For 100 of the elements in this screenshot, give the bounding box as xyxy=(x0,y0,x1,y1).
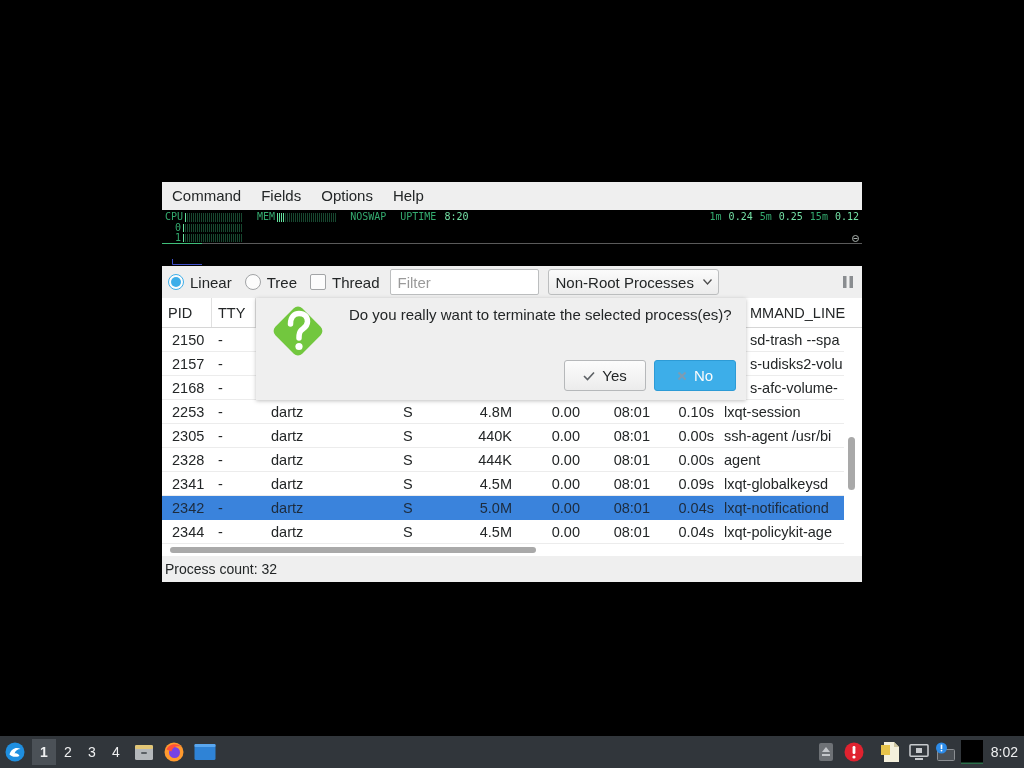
table-cell-text: S xyxy=(402,522,414,542)
scrollbar-thumb[interactable] xyxy=(848,437,855,490)
monitor-alert-icon[interactable] xyxy=(934,742,955,762)
table-cell-text: 08:01 xyxy=(612,426,651,446)
table-cell-text: 2341 xyxy=(171,474,206,494)
note-icon[interactable] xyxy=(879,741,900,763)
process-scope-dropdown[interactable]: Non-Root Processes xyxy=(547,269,719,295)
table-cell-text: sd-trash --spa xyxy=(749,330,841,350)
radio-label[interactable]: Tree xyxy=(266,273,297,291)
load-value: 0.12 xyxy=(834,212,859,222)
menu-item[interactable]: Options xyxy=(311,184,383,208)
checkbox[interactable] xyxy=(310,274,326,290)
pause-icon[interactable] xyxy=(843,276,853,288)
table-cell-text: S xyxy=(402,450,414,470)
table-cell-text: 2168 xyxy=(171,378,206,398)
table-cell-text: 08:01 xyxy=(612,522,651,542)
load-value: 0.24 xyxy=(728,212,753,222)
core-label: 1 xyxy=(175,232,182,243)
workspace-button[interactable]: 4 xyxy=(104,739,128,765)
horizontal-scrollbar[interactable] xyxy=(162,544,862,556)
table-cell-text: 0.00 xyxy=(550,426,581,446)
column-header[interactable]: MMAND_LINE xyxy=(746,298,862,327)
table-cell-text: 0.00 xyxy=(550,450,581,470)
radio-button[interactable] xyxy=(244,274,261,290)
scrollbar-thumb[interactable] xyxy=(170,547,536,553)
uptime-label: UPTIME xyxy=(400,212,437,222)
table-cell-text: 444K xyxy=(477,450,513,470)
table-cell-text: - xyxy=(217,354,224,374)
menu-item[interactable]: Command xyxy=(162,184,252,208)
table-cell-text: 0.00 xyxy=(550,474,581,494)
table-cell-text: 08:01 xyxy=(612,402,651,422)
load-value: 0.25 xyxy=(778,212,803,222)
radio-label[interactable]: Linear xyxy=(190,273,232,291)
table-cell-text: 4.5M xyxy=(478,522,513,542)
table-cell-text: 2305 xyxy=(171,426,206,446)
table-cell-text: 0.04s xyxy=(677,498,715,518)
table-cell-text: 2157 xyxy=(171,354,206,374)
table-cell-text: dartz xyxy=(270,426,305,446)
alert-icon[interactable] xyxy=(843,742,864,762)
table-cell-text: dartz xyxy=(270,402,305,422)
table-cell-text: 0.04s xyxy=(677,522,715,542)
table-row[interactable]: 2328 - dartz S 444K 0.00 08:01 0.00s agent xyxy=(162,448,844,472)
load-label: 15m xyxy=(809,212,828,222)
table-cell-text: 0.00 xyxy=(550,402,581,422)
workspace-button[interactable]: 3 xyxy=(80,739,104,765)
meter-label: CPU xyxy=(165,212,184,222)
workspace-button[interactable]: 1 xyxy=(32,739,56,765)
network-icon[interactable] xyxy=(908,743,929,761)
table-cell-text: S xyxy=(402,402,414,422)
drawer-icon[interactable] xyxy=(134,742,154,762)
table-cell-text: 2328 xyxy=(171,450,206,470)
table-cell-text: lxqt-globalkeysd xyxy=(723,474,829,494)
process-count: Process count: 32 xyxy=(165,561,278,577)
meter-label: MEM xyxy=(257,212,276,222)
filter-field[interactable]: Filter xyxy=(389,269,539,295)
eject-icon[interactable] xyxy=(817,742,834,762)
menu-logo-icon[interactable] xyxy=(5,742,25,762)
clock[interactable]: 8:02 xyxy=(990,744,1018,760)
radio-button[interactable] xyxy=(168,274,184,290)
table-cell-text: - xyxy=(217,450,224,470)
table-row[interactable]: 2342 - dartz S 5.0M 0.00 08:01 0.04s lxqt-notificationd xyxy=(162,496,844,520)
table-cell-text: S xyxy=(402,474,414,494)
column-header[interactable]: PID xyxy=(162,298,212,327)
table-cell-text: 08:01 xyxy=(612,498,651,518)
checkbox-label[interactable]: Thread xyxy=(332,273,380,291)
table-cell-text: 0.10s xyxy=(677,402,715,422)
table-cell-text: 0.00 xyxy=(550,522,581,542)
menu-item[interactable]: Fields xyxy=(251,184,312,208)
load-label: 1m xyxy=(709,212,722,222)
table-cell-text: S xyxy=(402,426,414,446)
table-cell-text: - xyxy=(217,330,224,350)
caret-icon xyxy=(702,279,712,285)
table-cell-text: 4.5M xyxy=(478,474,513,494)
yes-button[interactable]: Yes xyxy=(564,360,646,391)
table-cell-text: 08:01 xyxy=(612,450,651,470)
table-cell-text: 440K xyxy=(477,426,513,446)
table-cell-text: dartz xyxy=(270,474,305,494)
table-cell-text: 08:01 xyxy=(612,474,651,494)
table-cell-text: 0.00s xyxy=(677,450,715,470)
table-cell-text: - xyxy=(217,378,224,398)
table-cell-text: ssh-agent /usr/bi xyxy=(723,426,833,446)
menu-item[interactable]: Help xyxy=(382,184,434,208)
globe-icon[interactable] xyxy=(164,742,184,762)
table-cell-text: 0.09s xyxy=(677,474,715,494)
table-cell-text: agent xyxy=(723,450,762,470)
window-icon[interactable] xyxy=(194,743,216,761)
dialog-message: Do you really want to terminate the selected process(es)? xyxy=(349,306,733,323)
workspace-button[interactable]: 2 xyxy=(56,739,80,765)
table-row[interactable]: 2305 - dartz S 440K 0.00 08:01 0.00s ssh-agent /usr/bi xyxy=(162,424,844,448)
minus-circle-icon[interactable] xyxy=(852,235,859,242)
table-cell-text: S xyxy=(402,498,414,518)
table-cell-text: - xyxy=(217,426,224,446)
table-cell-text: lxqt-notificationd xyxy=(723,498,830,518)
table-cell-text: lxqt-policykit-age xyxy=(723,522,833,542)
window-preview-icon[interactable] xyxy=(960,740,983,764)
table-cell-text: dartz xyxy=(270,522,305,542)
table-cell-text: - xyxy=(217,498,224,518)
load-label: 5m xyxy=(759,212,772,222)
table-cell-text: 5.0M xyxy=(478,498,513,518)
table-cell-text: 2150 xyxy=(171,330,206,350)
